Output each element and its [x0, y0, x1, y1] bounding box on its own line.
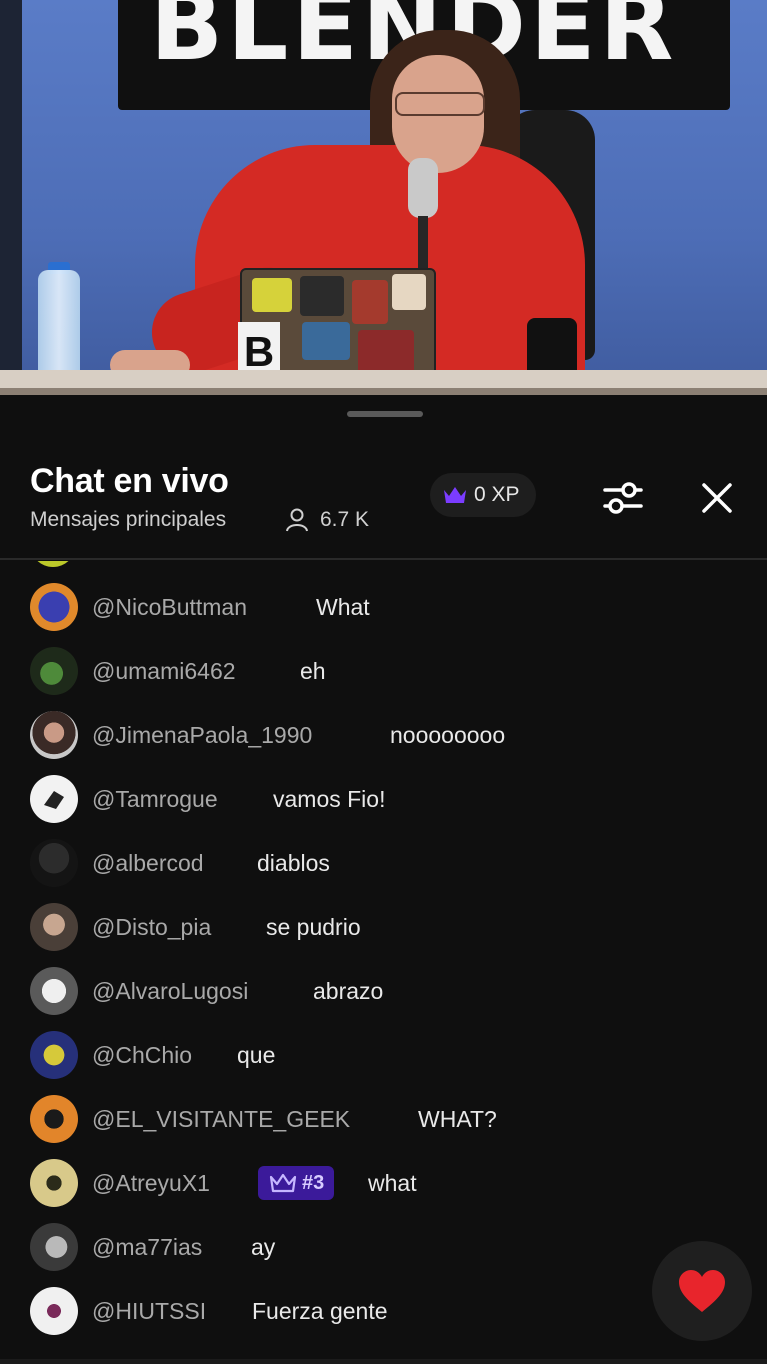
chat-message[interactable]: @AlvaroLugosi abrazo — [0, 959, 767, 1023]
live-video-player[interactable]: BLENDER B — [0, 0, 767, 395]
reaction-button[interactable] — [652, 1241, 752, 1341]
drag-handle[interactable] — [347, 411, 423, 417]
crown-icon — [269, 1173, 297, 1193]
xp-button[interactable]: 0 XP — [430, 473, 536, 517]
avatar[interactable] — [30, 1031, 78, 1079]
chat-message[interactable]: @Disto_pia se pudrio — [0, 895, 767, 959]
chat-message[interactable]: @JimenaPaola_1990 noooooooo — [0, 703, 767, 767]
chat-author[interactable]: @JimenaPaola_1990 — [92, 722, 312, 749]
chat-text: vamos Fio! — [273, 785, 386, 812]
avatar[interactable] — [30, 711, 78, 759]
chat-message[interactable]: @umami6462 eh — [0, 639, 767, 703]
heart-icon — [679, 1270, 725, 1312]
chat-message[interactable]: @Tamrogue vamos Fio! — [0, 767, 767, 831]
header-divider — [0, 558, 767, 560]
chat-text: eh — [300, 657, 326, 684]
sliders-icon — [603, 482, 643, 514]
xp-label: 0 XP — [474, 483, 520, 506]
chat-mode-label[interactable]: Mensajes principales — [30, 508, 226, 532]
chat-text: what — [368, 1169, 417, 1196]
avatar[interactable] — [30, 1223, 78, 1271]
microphone — [408, 158, 438, 218]
chat-text: diablos — [257, 849, 330, 876]
chat-author[interactable]: @ChChio — [92, 1042, 192, 1069]
avatar[interactable] — [30, 1287, 78, 1335]
chat-message[interactable]: @AtreyuX1 #3 what — [0, 1151, 767, 1215]
chat-message[interactable]: @EL_VISITANTE_GEEK WHAT? — [0, 1087, 767, 1151]
avatar[interactable] — [30, 775, 78, 823]
chat-message[interactable]: @ChChio que — [0, 1023, 767, 1087]
chat-text: Fuerza gente — [252, 1297, 388, 1324]
close-chat-button[interactable] — [692, 473, 742, 523]
host-glasses — [395, 92, 485, 116]
chat-author[interactable]: @albercod — [92, 850, 204, 877]
chat-author[interactable]: @EL_VISITANTE_GEEK — [92, 1106, 350, 1133]
close-icon — [702, 483, 732, 513]
avatar[interactable] — [30, 903, 78, 951]
chat-settings-button[interactable] — [598, 473, 648, 523]
avatar[interactable] — [30, 839, 78, 887]
studio-wall-edge — [0, 0, 22, 395]
chat-author[interactable]: @Tamrogue — [92, 786, 218, 813]
chat-text: abrazo — [313, 977, 384, 1004]
chat-author[interactable]: @AtreyuX1 — [92, 1170, 210, 1197]
chat-author[interactable]: @ma77ias — [92, 1234, 202, 1261]
chat-author[interactable]: @AlvaroLugosi — [92, 978, 248, 1005]
chat-author[interactable]: @umami6462 — [92, 658, 236, 685]
chat-text: que — [237, 1041, 276, 1068]
person-icon — [286, 508, 308, 532]
rank-badge[interactable]: #3 — [258, 1166, 335, 1200]
chat-title: Chat en vivo — [30, 462, 229, 500]
chat-message[interactable]: @albercod diablos — [0, 831, 767, 895]
bottom-edge — [0, 1359, 767, 1364]
desk-edge — [0, 388, 767, 395]
chat-text: ay — [251, 1233, 276, 1260]
live-chat-panel: Chat en vivo Mensajes principales 6.7 K … — [0, 395, 767, 1364]
avatar[interactable] — [30, 647, 78, 695]
chat-text: noooooooo — [390, 721, 506, 748]
avatar — [30, 561, 76, 567]
chat-author[interactable]: @Disto_pia — [92, 914, 211, 941]
avatar[interactable] — [30, 1095, 78, 1143]
chat-author[interactable]: @HIUTSSI — [92, 1298, 206, 1325]
chat-author[interactable]: @NicoButtman — [92, 594, 247, 621]
crown-icon — [444, 487, 466, 503]
avatar[interactable] — [30, 1159, 78, 1207]
avatar[interactable] — [30, 583, 78, 631]
avatar[interactable] — [30, 967, 78, 1015]
chat-message[interactable]: @NicoButtman What — [0, 575, 767, 639]
chat-message-list[interactable]: @NicoButtman What @umami6462 eh @JimenaP… — [0, 561, 767, 1364]
chat-text: WHAT? — [418, 1105, 497, 1132]
chat-message[interactable]: @ma77ias ay — [0, 1215, 767, 1279]
viewer-count: 6.7 K — [320, 508, 370, 531]
rank-badge-label: #3 — [302, 1171, 325, 1194]
water-bottle — [38, 270, 80, 382]
chat-text: What — [316, 593, 370, 620]
chat-text: se pudrio — [266, 913, 361, 940]
